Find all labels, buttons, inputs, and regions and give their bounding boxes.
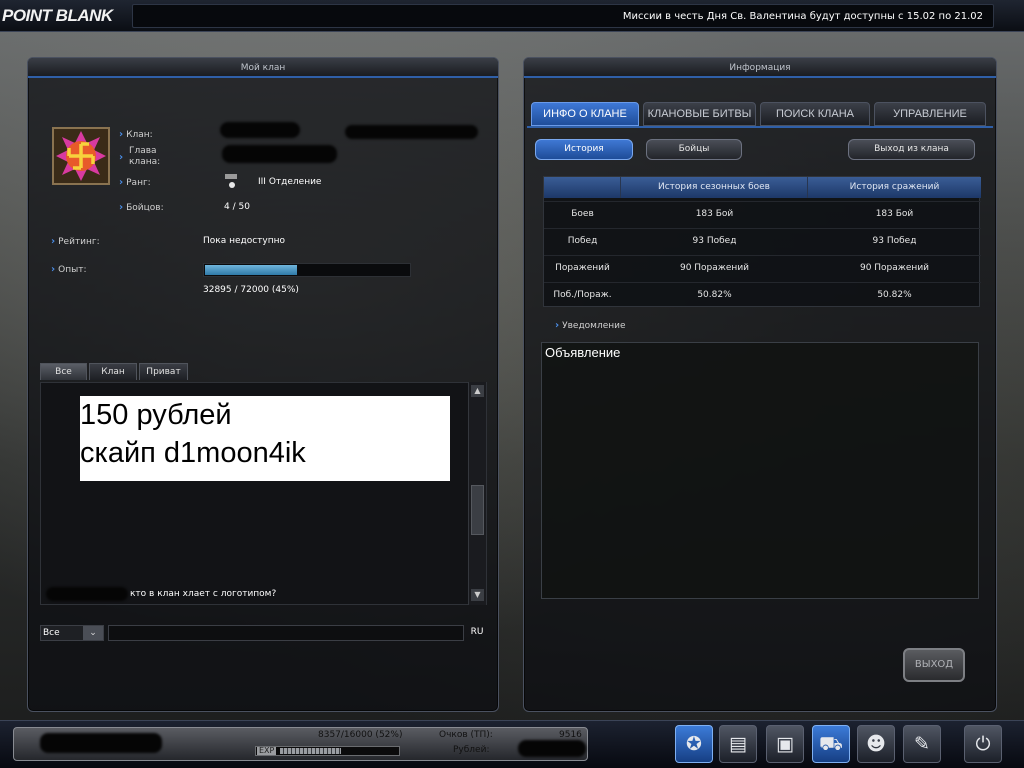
chat-tab-private[interactable]: Приват — [139, 363, 188, 380]
player-exp-text: 8357/16000 (52%) — [318, 730, 403, 740]
rank-label: › Ранг: — [119, 177, 151, 188]
row-battle-value: 90 Поражений — [859, 263, 930, 273]
exp-tag: EXP — [257, 746, 277, 755]
chat-channel-select[interactable]: Все ⌄ — [40, 625, 104, 641]
table-row: Побед 93 Побед 93 Побед — [544, 228, 981, 255]
notice-label: › Уведомление — [555, 320, 626, 331]
clan-tag-redacted — [345, 125, 478, 139]
player-exp-bar: EXP — [255, 746, 400, 756]
row-season-value: 183 Бой — [695, 209, 734, 219]
game-logo: POINT BLANK — [2, 6, 113, 25]
fighters-button[interactable]: Бойцы — [646, 139, 742, 160]
members-value: 4 / 50 — [224, 202, 250, 212]
ad-line-2: скайп d1moon4ik — [80, 437, 306, 469]
player-exp-fill — [280, 748, 341, 754]
table-row: Поб./Пораж. 50.82% 50.82% — [544, 282, 981, 309]
row-season-value: 90 Поражений — [679, 263, 750, 273]
shop-bag-icon[interactable]: ▣ — [766, 725, 804, 763]
rank-icon — [225, 174, 239, 190]
row-season-value: 93 Побед — [692, 236, 737, 246]
chat-sender-redacted — [46, 587, 128, 601]
points-value: 9516 — [559, 730, 582, 740]
leader-label: › Глава клана: — [119, 146, 161, 167]
table-row: Поражений 90 Поражений 90 Поражений — [544, 255, 981, 282]
clan-emblem-icon — [52, 127, 110, 185]
player-name-redacted — [40, 733, 162, 753]
ad-line-1: 150 рублей — [80, 399, 232, 431]
leave-clan-button[interactable]: Выход из клана — [848, 139, 975, 160]
rating-value: Пока недоступно — [203, 236, 286, 246]
row-season-value: 50.82% — [697, 290, 732, 300]
chat-message: кто в клан хлает с логотипом? — [130, 589, 277, 599]
chat-scrollbar[interactable]: ▲ ▼ — [468, 382, 486, 605]
settings-wrench-icon[interactable]: ✎ — [903, 725, 941, 763]
rating-label: › Рейтинг: — [51, 236, 100, 247]
rank-value: III Отделение — [258, 177, 322, 187]
inventory-icon[interactable]: ▤ — [719, 725, 757, 763]
members-label: › Бойцов: — [119, 202, 164, 213]
chat-channel-value: Все — [43, 628, 60, 638]
power-icon[interactable]: ⏻ — [964, 725, 1002, 763]
tab-management[interactable]: УПРАВЛЕНИЕ — [874, 102, 986, 126]
chat-tab-clan[interactable]: Клан — [89, 363, 137, 380]
notice-text: Объявление — [545, 345, 621, 360]
chat-input[interactable] — [108, 625, 464, 641]
clan-exp-value: 32895 / 72000 (45%) — [203, 285, 299, 295]
news-ticker: Миссии в честь Дня Св. Валентина будут д… — [132, 4, 994, 28]
clan-exp-bar — [203, 263, 411, 277]
cart-icon[interactable]: ⛟ — [812, 725, 850, 763]
scroll-down-icon[interactable]: ▼ — [471, 589, 484, 601]
row-label: Побед — [567, 236, 598, 246]
clan-label: › Клан: — [119, 129, 153, 140]
tab-clan-info[interactable]: ИНФО О КЛАНЕ — [531, 102, 639, 126]
tab-clan-battles[interactable]: КЛАНОВЫЕ БИТВЫ — [643, 102, 756, 126]
points-label: Очков (ТП): — [439, 730, 493, 740]
tab-clan-search[interactable]: ПОИСК КЛАНА — [760, 102, 870, 126]
clan-exp-fill — [205, 265, 297, 275]
chat-tab-all[interactable]: Все — [40, 363, 87, 380]
scroll-thumb[interactable] — [471, 485, 484, 535]
table-header-battles: История сражений — [808, 177, 981, 198]
row-battle-value: 93 Побед — [872, 236, 917, 246]
scroll-up-icon[interactable]: ▲ — [471, 385, 484, 397]
stats-table: История сезонных боев История сражений Б… — [543, 176, 981, 309]
row-label: Боев — [571, 209, 594, 219]
row-battle-value: 50.82% — [877, 290, 912, 300]
ad-overlay: 150 рублей скайп d1moon4ik — [80, 396, 450, 481]
row-label: Поб./Пораж. — [553, 290, 612, 300]
rubles-value-redacted — [518, 740, 586, 757]
chat-lang[interactable]: RU — [467, 627, 487, 637]
exp-label: › Опыт: — [51, 264, 87, 275]
row-label: Поражений — [555, 263, 610, 273]
table-header-season: История сезонных боев — [621, 177, 808, 198]
notice-box: Объявление — [541, 342, 979, 599]
row-battle-value: 183 Бой — [875, 209, 914, 219]
table-row: Боев 183 Бой 183 Бой — [544, 201, 981, 228]
history-button[interactable]: История — [535, 139, 633, 160]
leader-name-redacted — [222, 145, 337, 163]
clan-emblem-icon[interactable]: ✪ — [675, 725, 713, 763]
tab-underline — [527, 126, 993, 128]
ticker-text: Миссии в честь Дня Св. Валентина будут д… — [622, 11, 983, 22]
chevron-down-icon[interactable]: ⌄ — [83, 626, 103, 640]
exit-button[interactable]: ВЫХОД — [903, 648, 965, 682]
friends-icon[interactable]: ☻ — [857, 725, 895, 763]
rubles-label: Рублей: — [453, 745, 490, 755]
panel-title: Мой клан — [28, 58, 498, 78]
clan-name-redacted — [220, 122, 300, 138]
table-header-blank — [544, 177, 621, 198]
panel-title: Информация — [524, 58, 996, 78]
